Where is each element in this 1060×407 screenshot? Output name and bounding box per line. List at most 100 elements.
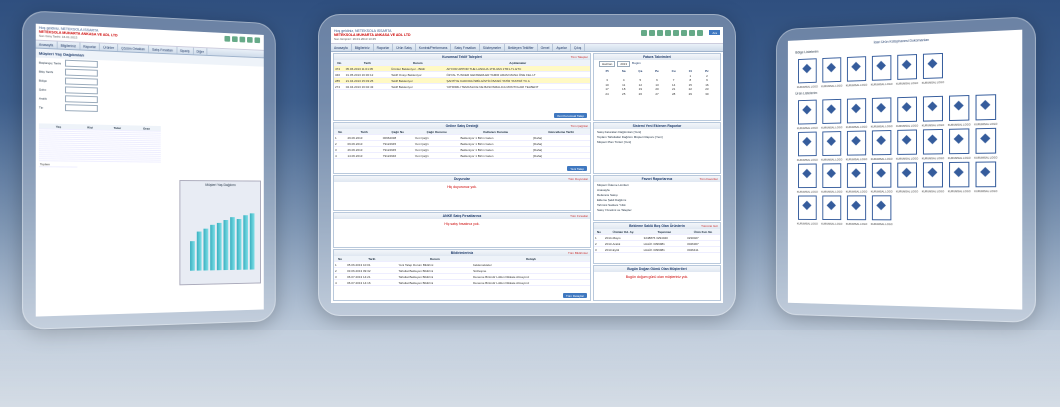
field-input[interactable] (64, 77, 98, 86)
calendar-day[interactable] (649, 74, 665, 78)
table-row[interactable]: 274 04.04.2013 16:02:43 Teklif Bekleniyor Y… (334, 83, 590, 90)
calendar-day[interactable]: 12 (632, 83, 648, 87)
document-tile[interactable]: KURUMSAL LOGO (869, 53, 894, 87)
calendar-day[interactable]: 8 (682, 78, 698, 82)
calendar-day[interactable]: 7 (666, 78, 682, 82)
app-icon[interactable] (665, 30, 671, 36)
nav-item[interactable]: Ayarlar (553, 44, 571, 51)
calendar-day[interactable]: 13 (649, 83, 665, 87)
document-tile[interactable]: KURUMSAL LOGO (820, 129, 845, 162)
calendar-day[interactable]: 20 (649, 87, 665, 91)
calendar-day[interactable]: 3 (599, 78, 615, 82)
app-icon[interactable] (689, 30, 695, 36)
calendar-day[interactable] (632, 74, 648, 78)
calendar-day[interactable]: 14 (666, 83, 682, 87)
nav-item[interactable]: Bekleyen Teklifler (505, 44, 538, 51)
calendar-day[interactable]: 17 (599, 87, 615, 91)
more-link[interactable]: Tüm Talepler (571, 54, 588, 60)
table-row[interactable]: 3 2013-Eylül HALİK 3399981 3046411 (594, 246, 720, 253)
more-link[interactable]: Tüm Favoriler (699, 176, 718, 182)
field-input[interactable] (64, 104, 98, 112)
document-tile[interactable]: KURUMSAL LOGO (795, 162, 819, 194)
more-link[interactable]: Tümünü Gör (701, 223, 718, 229)
table-row[interactable]: 4 14.06.2013 79122946 Yeni Çağrı Bekleniyor … (334, 152, 590, 159)
document-tile[interactable]: KURUMSAL LOGO (869, 193, 894, 226)
document-tile[interactable]: KURUMSAL LOGO (972, 159, 999, 193)
nav-item[interactable]: Sözleşmeler (480, 44, 505, 51)
document-tile[interactable]: KURUMSAL LOGO (795, 98, 819, 131)
document-tile[interactable]: KURUMSAL LOGO (920, 51, 946, 85)
document-tile[interactable]: KURUMSAL LOGO (820, 97, 845, 130)
app-icon[interactable] (673, 30, 679, 36)
nav-item[interactable]: Raporlar (80, 42, 101, 51)
app-icon[interactable] (232, 36, 238, 43)
document-tile[interactable]: KURUMSAL LOGO (894, 52, 920, 86)
document-tile[interactable]: KURUMSAL LOGO (820, 161, 845, 194)
calendar-day[interactable]: 27 (649, 92, 665, 96)
calendar-day[interactable]: 2 (699, 74, 715, 78)
nav-item[interactable]: Çıkış (571, 44, 586, 51)
document-tile[interactable]: KURUMSAL LOGO (820, 194, 845, 226)
nav-item[interactable]: Satış Fırsatları (451, 44, 480, 51)
nav-item[interactable]: Ürünler (100, 43, 119, 52)
document-tile[interactable]: KURUMSAL LOGO (820, 55, 845, 88)
app-icon[interactable] (641, 30, 647, 36)
nav-item[interactable]: Anasayfa (331, 44, 352, 51)
nav-item[interactable]: Satış Fırsatları (149, 45, 177, 54)
nav-item[interactable]: Sipariş (176, 46, 194, 55)
calendar-day[interactable]: 6 (649, 78, 665, 82)
favorite-link[interactable]: Satış Yönetimi ve Talepler (594, 207, 720, 212)
document-tile[interactable]: KURUMSAL LOGO (972, 126, 999, 160)
calendar-day[interactable]: 23 (699, 87, 715, 91)
field-input[interactable] (64, 86, 98, 95)
calendar-day[interactable]: 1 (682, 74, 698, 78)
field-input[interactable] (64, 95, 98, 104)
app-icon[interactable] (247, 36, 253, 43)
document-tile[interactable]: KURUMSAL LOGO (869, 128, 894, 161)
calendar-day[interactable] (599, 74, 615, 78)
new-call-button[interactable]: Yeni Talep (567, 166, 587, 171)
calendar-day[interactable]: 30 (699, 92, 715, 96)
app-icon[interactable] (254, 37, 261, 44)
document-tile[interactable]: KURUMSAL LOGO (869, 161, 894, 194)
calendar-day[interactable]: 5 (632, 78, 648, 82)
calendar-day[interactable]: 9 (699, 78, 715, 82)
calendar-day[interactable]: 22 (682, 87, 698, 91)
table-row[interactable]: 4 06.07.2013 14:16 Tahsilat Bekleyen Bildi… (334, 279, 590, 286)
calendar-day[interactable]: 11 (616, 83, 632, 87)
calendar-day[interactable]: 18 (616, 87, 632, 91)
app-icon[interactable] (224, 35, 231, 42)
document-tile[interactable]: KURUMSAL LOGO (844, 96, 869, 129)
app-icon[interactable] (657, 30, 663, 36)
app-icon[interactable] (681, 30, 687, 36)
more-link[interactable]: Tüm Bildirimler (568, 250, 588, 256)
app-icon[interactable] (649, 30, 655, 36)
more-link[interactable]: Tüm Fırsatlar (570, 213, 588, 219)
year-select[interactable]: 2013 (617, 61, 631, 67)
calendar-day[interactable]: 25 (616, 92, 632, 96)
document-tile[interactable]: KURUMSAL LOGO (795, 130, 819, 162)
calendar-day[interactable]: 10 (599, 83, 615, 87)
nav-item[interactable]: Genel (538, 44, 554, 51)
calendar-day[interactable] (666, 74, 682, 78)
document-tile[interactable]: KURUMSAL LOGO (894, 95, 920, 128)
nav-item[interactable]: Kontrat/Performans (416, 44, 452, 51)
month-select[interactable]: Haziran (599, 61, 616, 67)
nav-item[interactable]: Bilgileriniz (352, 44, 374, 51)
today-link[interactable]: Bugün (632, 61, 641, 67)
calendar-day[interactable]: 16 (699, 83, 715, 87)
calendar-day[interactable]: 26 (632, 92, 648, 96)
field-input[interactable] (64, 59, 98, 68)
calendar-day[interactable]: 4 (616, 78, 632, 82)
document-tile[interactable]: KURUMSAL LOGO (920, 94, 946, 128)
document-tile[interactable]: KURUMSAL LOGO (972, 92, 999, 126)
search-button[interactable]: Ara (709, 30, 720, 35)
document-tile[interactable]: KURUMSAL LOGO (844, 54, 869, 87)
document-tile[interactable]: KURUMSAL LOGO (844, 193, 869, 226)
more-link[interactable]: Tüm Duyurular (568, 176, 588, 182)
nav-item[interactable]: Diğer (193, 47, 208, 55)
report-link[interactable]: Müşteri Plan Türleri [Yeni] (594, 139, 720, 144)
calendar-day[interactable]: 21 (666, 87, 682, 91)
field-input[interactable] (64, 68, 98, 77)
document-tile[interactable]: KURUMSAL LOGO (920, 127, 946, 160)
